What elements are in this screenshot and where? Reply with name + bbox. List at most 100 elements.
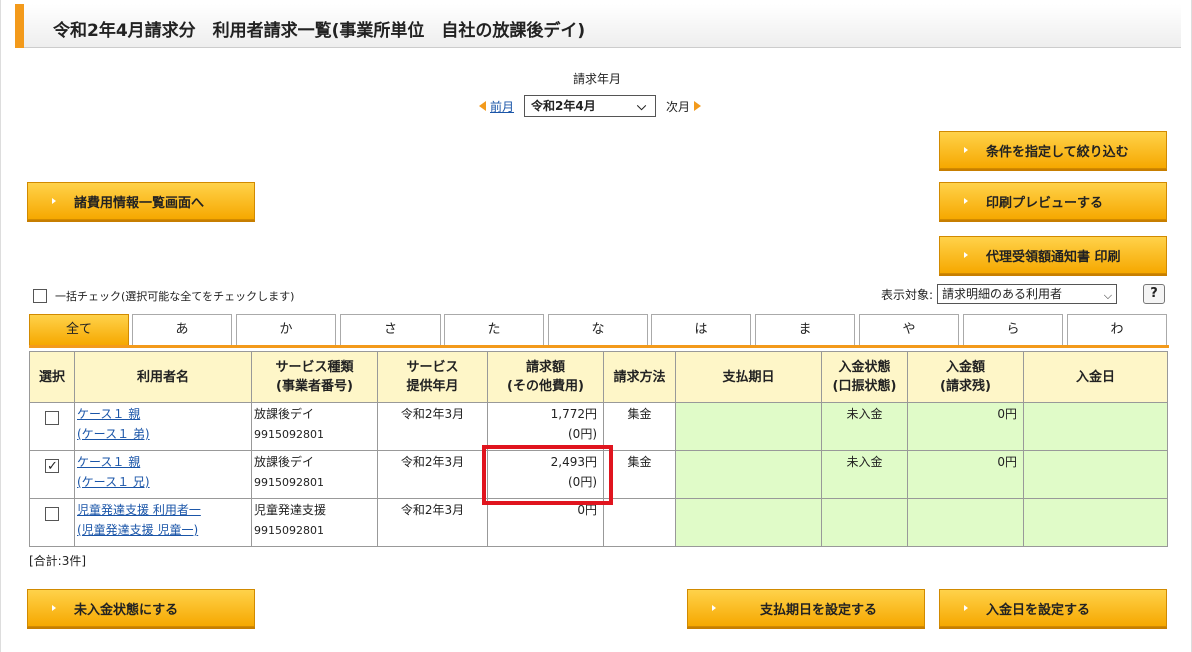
filter-button[interactable]: 条件を指定して絞り込む: [939, 131, 1167, 169]
table-row: 児童発達支援 利用者一 (児童発達支援 児童一) 児童発達支援 9915092801…: [29, 498, 1168, 547]
col-service-type-line2: (事業者番号): [276, 379, 353, 394]
check-all-row: 一括チェック(選択可能な全てをチェックします): [33, 288, 294, 304]
service-cell: 放課後デイ 9915092801: [251, 450, 378, 499]
status-cell: [821, 498, 908, 547]
col-status-line1: 入金状態: [838, 360, 891, 375]
title-bar: 令和2年4月請求分 利用者請求一覧(事業所単位 自社の放課後デイ): [15, 4, 1181, 48]
amount-value: 0円: [577, 503, 597, 517]
chevron-down-icon: ⌵: [1103, 289, 1113, 302]
month-select[interactable]: 令和2年4月 ⌵: [524, 95, 657, 117]
tab-na[interactable]: な: [548, 314, 648, 345]
set-paid-date-button-label: 入金日を設定する: [986, 602, 1091, 618]
row-checkbox[interactable]: [45, 411, 59, 425]
tab-ma[interactable]: ま: [755, 314, 855, 345]
user-name-link[interactable]: ケース１ 親: [77, 407, 140, 421]
status-cell: 未入金: [821, 402, 908, 451]
name-cell: ケース１ 親 (ケース１ 弟): [74, 402, 252, 451]
row-checkbox[interactable]: [45, 507, 59, 521]
cost-list-button-label: 諸費用情報一覧画面へ: [74, 195, 205, 211]
col-service-month: サービス 提供年月: [377, 351, 488, 403]
other-cost-value: (0円): [568, 427, 597, 441]
set-due-date-button[interactable]: 支払期日を設定する: [687, 589, 925, 627]
arrow-icon: [964, 198, 968, 204]
child-name-link[interactable]: (ケース１ 兄): [77, 475, 150, 489]
tab-ta[interactable]: た: [444, 314, 544, 345]
due-cell[interactable]: [675, 402, 822, 451]
arrow-icon: [964, 252, 968, 258]
highlight-box: [482, 445, 613, 505]
next-arrow-icon: [694, 101, 702, 111]
col-paid-line2: (請求残): [940, 379, 991, 394]
display-filter: 表示対象: 請求明細のある利用者 ⌵: [881, 284, 1118, 304]
service-type: 放課後デイ: [254, 455, 315, 469]
tab-ya[interactable]: や: [859, 314, 959, 345]
help-icon[interactable]: ?: [1143, 284, 1165, 304]
display-filter-value: 請求明細のある利用者: [942, 287, 1063, 301]
print-preview-button[interactable]: 印刷プレビューする: [939, 182, 1167, 220]
proxy-notice-print-button[interactable]: 代理受領額通知書 印刷: [939, 236, 1167, 274]
display-filter-select[interactable]: 請求明細のある利用者 ⌵: [937, 284, 1118, 304]
paid-cell: 0円: [907, 450, 1024, 499]
total-count: [合計:3件]: [29, 554, 87, 568]
set-paid-date-button[interactable]: 入金日を設定する: [939, 589, 1167, 627]
title-accent: [15, 4, 24, 48]
user-name-link[interactable]: 児童発達支援 利用者一: [77, 503, 201, 517]
paid-cell: 0円: [907, 402, 1024, 451]
check-all-label: 一括チェック(選択可能な全てをチェックします): [55, 290, 295, 303]
col-amount: 請求額 (その他費用): [487, 351, 604, 403]
row-checkbox[interactable]: [45, 457, 59, 477]
col-service-month-line1: サービス: [406, 360, 459, 375]
col-paid: 入金額 (請求残): [907, 351, 1024, 403]
service-type: 児童発達支援: [254, 503, 327, 517]
col-due: 支払期日: [675, 351, 822, 403]
tab-ra[interactable]: ら: [963, 314, 1063, 345]
arrow-icon: [52, 198, 56, 204]
tab-wa[interactable]: わ: [1067, 314, 1167, 345]
service-month-cell: 令和2年3月: [377, 450, 488, 499]
child-name-link[interactable]: (ケース１ 弟): [77, 427, 150, 441]
month-select-value: 令和2年4月: [531, 99, 596, 113]
child-name-link[interactable]: (児童発達支援 児童一): [77, 523, 198, 537]
col-service-month-line2: 提供年月: [406, 379, 459, 394]
due-cell[interactable]: [675, 450, 822, 499]
tab-a[interactable]: あ: [132, 314, 232, 345]
provider-number: 9915092801: [254, 428, 324, 441]
service-month-cell: 令和2年3月: [377, 402, 488, 451]
cost-list-button[interactable]: 諸費用情報一覧画面へ: [27, 182, 255, 220]
prev-arrow-icon: [479, 101, 486, 111]
next-month-label[interactable]: 次月: [666, 98, 690, 115]
set-unpaid-button[interactable]: 未入金状態にする: [27, 589, 255, 627]
paid-date-cell[interactable]: [1023, 450, 1168, 499]
billing-month-label: 請求年月: [572, 72, 621, 86]
row-select-cell: [29, 402, 75, 451]
table-row: ケース１ 親 (ケース１ 弟) 放課後デイ 9915092801 令和2年3月 1,…: [29, 402, 1168, 451]
check-all-checkbox[interactable]: [33, 289, 47, 303]
arrow-icon: [964, 605, 968, 611]
month-navigation: 前月 令和2年4月 ⌵ 次月: [479, 94, 702, 118]
prev-month-link[interactable]: 前月: [490, 98, 514, 115]
row-select-cell: [29, 498, 75, 547]
paid-date-cell[interactable]: [1023, 402, 1168, 451]
provider-number: 9915092801: [254, 476, 324, 489]
tab-sa[interactable]: さ: [340, 314, 441, 345]
tab-all[interactable]: 全て: [29, 314, 129, 345]
paid-date-cell[interactable]: [1023, 498, 1168, 547]
method-cell: 集金: [603, 402, 676, 451]
filter-button-label: 条件を指定して絞り込む: [986, 144, 1129, 160]
tab-ka[interactable]: か: [236, 314, 336, 345]
col-service-type: サービス種類 (事業者番号): [251, 351, 378, 403]
set-unpaid-button-label: 未入金状態にする: [74, 602, 179, 618]
tab-ha[interactable]: は: [651, 314, 751, 345]
chevron-down-icon: ⌵: [637, 99, 647, 113]
service-cell: 放課後デイ 9915092801: [251, 402, 378, 451]
status-cell: 未入金: [821, 450, 908, 499]
proxy-notice-button-label: 代理受領額通知書 印刷: [986, 249, 1121, 265]
due-cell[interactable]: [675, 498, 822, 547]
set-due-date-button-label: 支払期日を設定する: [760, 602, 878, 618]
method-cell: 集金: [603, 450, 676, 499]
user-name-link[interactable]: ケース１ 親: [77, 455, 140, 469]
arrow-icon: [964, 147, 968, 153]
print-preview-button-label: 印刷プレビューする: [986, 195, 1104, 211]
amount-cell: 1,772円 (0円): [487, 402, 604, 451]
kana-tabs: 全て あ か さ た な は ま や ら わ: [29, 314, 1169, 348]
